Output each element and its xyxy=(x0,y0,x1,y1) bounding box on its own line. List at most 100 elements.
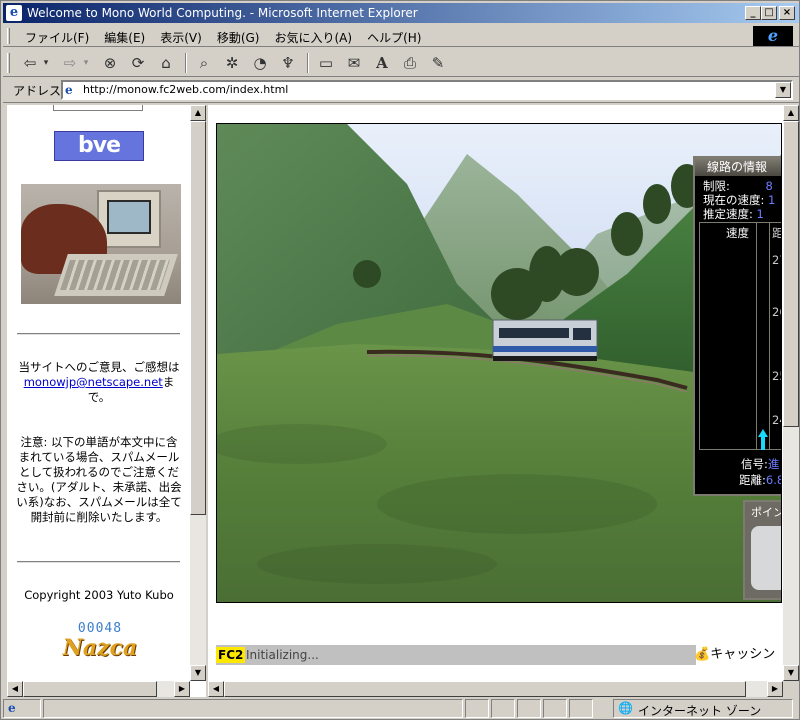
estimated-speed-value: 1 xyxy=(756,207,764,221)
vintage-computer-photo xyxy=(21,184,181,304)
menu-view[interactable]: 表示(V) xyxy=(154,29,211,46)
page-status-icon: e xyxy=(8,701,16,715)
menu-grip[interactable] xyxy=(7,28,10,44)
back-dropdown-icon[interactable]: ▾ xyxy=(41,52,51,74)
font-icon[interactable]: A xyxy=(371,52,393,74)
money-bag-icon: 💰 xyxy=(694,647,711,662)
forward-icon[interactable]: ⇨ xyxy=(59,52,81,74)
fc2-badge[interactable]: FC2 xyxy=(216,647,246,663)
mail-icon[interactable]: ✉ xyxy=(343,52,365,74)
ie-app-icon[interactable]: e xyxy=(6,5,22,21)
channels-icon[interactable]: ♆ xyxy=(277,52,299,74)
favorites-icon[interactable]: ✲ xyxy=(221,52,243,74)
applet-status-line: FC2 Initializing... xyxy=(216,645,696,665)
speed-header: 速度 xyxy=(726,226,749,240)
train-simulator-view[interactable]: 線路の情報 制限: 8 現在の速度: 1 推定速度: 1 速度 2 2 2 2 … xyxy=(216,123,782,603)
search-icon[interactable]: ⌕ xyxy=(193,52,215,74)
menu-help[interactable]: ヘルプ(H) xyxy=(361,29,430,46)
cashing-label: キャッシン xyxy=(710,647,776,662)
left-horizontal-scrollbar[interactable]: ◀ ▶ xyxy=(7,681,190,697)
ie-window: e Welcome to Mono World Computing. - Mic… xyxy=(0,0,800,720)
feedback-label: 当サイトへのご意見、ご感想は xyxy=(18,360,180,374)
signal-value: 進 xyxy=(767,457,780,471)
address-url[interactable]: http://monow.fc2web.com/index.html xyxy=(83,83,288,96)
minimize-button[interactable]: _ xyxy=(745,6,761,20)
scroll-thumb[interactable] xyxy=(783,121,799,427)
menu-bar: ファイル(F) 編集(E) 表示(V) 移動(G) お気に入り(A) ヘルプ(H… xyxy=(3,25,799,47)
distance-label: 距離: xyxy=(739,473,766,487)
status-text-panel xyxy=(43,699,463,718)
scroll-down-button[interactable]: ▼ xyxy=(190,665,206,681)
bve-logo[interactable]: bve xyxy=(54,131,144,161)
nav-bar-fragment xyxy=(53,105,143,111)
menu-file[interactable]: ファイル(F) xyxy=(19,29,98,46)
point-dial[interactable] xyxy=(751,526,781,590)
track-info-panel[interactable]: 線路の情報 制限: 8 現在の速度: 1 推定速度: 1 速度 2 2 2 2 … xyxy=(693,156,781,496)
menu-favorites[interactable]: お気に入り(A) xyxy=(268,29,361,46)
scroll-left-button[interactable]: ◀ xyxy=(208,681,224,697)
right-vertical-scrollbar[interactable]: ▲ ▼ xyxy=(783,105,799,681)
scroll-up-button[interactable]: ▲ xyxy=(783,105,799,121)
zone-text: インターネット ゾーン xyxy=(638,704,762,718)
maximize-button[interactable]: □ xyxy=(761,6,777,20)
refresh-icon[interactable]: ⟳ xyxy=(127,52,149,74)
current-speed-value: 1 xyxy=(768,193,776,207)
edit-icon[interactable]: ✎ xyxy=(427,52,449,74)
scroll-thumb[interactable] xyxy=(190,121,206,515)
home-icon[interactable]: ⌂ xyxy=(155,52,177,74)
history-icon[interactable]: ◔ xyxy=(249,52,271,74)
toolbar-grip[interactable] xyxy=(7,53,10,73)
point-panel[interactable]: ポイン xyxy=(743,500,782,600)
back-icon[interactable]: ⇦ xyxy=(19,52,41,74)
scroll-up-button[interactable]: ▲ xyxy=(190,105,206,121)
dist-tick: 24 xyxy=(772,413,781,427)
menu-go[interactable]: 移動(G) xyxy=(211,29,269,46)
window-title: Welcome to Mono World Computing. - Micro… xyxy=(27,6,418,20)
security-zone-panel[interactable]: 🌐 インターネット ゾーン xyxy=(613,699,793,718)
scroll-thumb[interactable] xyxy=(224,681,746,697)
limit-value: 8 xyxy=(765,179,773,193)
status-panel xyxy=(543,699,567,718)
feedback-text: 当サイトへのご意見、ご感想は monowjp@netscape.netまで。 xyxy=(15,360,183,405)
ie-throbber-icon: e xyxy=(753,26,793,46)
distance-value: 6.8 xyxy=(765,473,781,487)
status-panel xyxy=(517,699,541,718)
dist-tick: 26 xyxy=(772,305,781,319)
fullscreen-icon[interactable]: ▭ xyxy=(315,52,337,74)
content-area: bve 当サイトへのご意見、ご感想は monowjp@netscape.netま… xyxy=(3,102,799,697)
point-panel-title: ポイン xyxy=(751,506,782,519)
status-bar: e 🌐 インターネット ゾーン xyxy=(3,698,799,719)
menu-edit[interactable]: 編集(E) xyxy=(98,29,154,46)
spam-notice: 注意: 以下の単語が本文中に含まれている場合、スパムメールとして扱われるのでご注… xyxy=(16,435,182,524)
scroll-left-button[interactable]: ◀ xyxy=(7,681,23,697)
nazca-logo[interactable]: Nazca xyxy=(55,635,145,661)
signal-label: 信号: xyxy=(741,457,768,471)
left-frame: bve 当サイトへのご意見、ご感想は monowjp@netscape.netま… xyxy=(7,105,206,697)
forward-dropdown-icon[interactable]: ▾ xyxy=(81,52,91,74)
stop-icon[interactable]: ⊗ xyxy=(99,52,121,74)
scroll-down-button[interactable]: ▼ xyxy=(783,665,799,681)
print-icon[interactable]: ⎙ xyxy=(399,52,421,74)
toolbar-separator xyxy=(307,53,309,73)
right-frame: 線路の情報 制限: 8 現在の速度: 1 推定速度: 1 速度 2 2 2 2 … xyxy=(208,105,783,681)
globe-icon: 🌐 xyxy=(618,701,633,715)
email-link[interactable]: monowjp@netscape.net xyxy=(24,375,163,389)
distance-row: 距離:6.8 xyxy=(739,472,781,488)
left-vertical-scrollbar[interactable]: ▲ ▼ xyxy=(190,105,206,681)
estimated-speed-row: 推定速度: 1 xyxy=(703,206,764,222)
limit-label: 制限: xyxy=(703,179,730,193)
status-panel xyxy=(465,699,489,718)
page-icon: e xyxy=(65,83,73,97)
cashing-link[interactable]: 💰キャッシン xyxy=(694,645,783,665)
panel-title: 線路の情報 xyxy=(695,158,781,176)
title-bar: e Welcome to Mono World Computing. - Mic… xyxy=(3,3,799,23)
scroll-right-button[interactable]: ▶ xyxy=(174,681,190,697)
address-dropdown-button[interactable]: ▼ xyxy=(775,82,791,98)
close-button[interactable]: × xyxy=(779,6,795,20)
address-input[interactable]: e http://monow.fc2web.com/index.html ▼ xyxy=(61,80,793,100)
right-horizontal-scrollbar[interactable]: ◀ ▶ xyxy=(208,681,783,697)
scroll-right-button[interactable]: ▶ xyxy=(767,681,783,697)
status-panel xyxy=(569,699,593,718)
dist-tick: 25 xyxy=(772,369,781,383)
scroll-thumb[interactable] xyxy=(23,681,157,697)
